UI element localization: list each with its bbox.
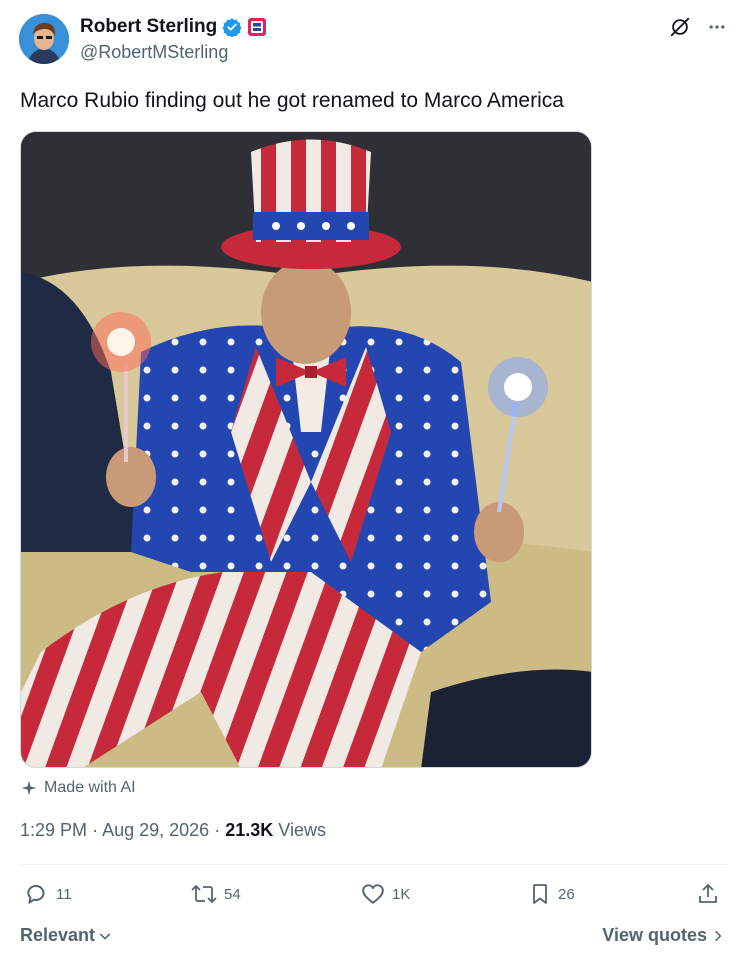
view-quotes-label: View quotes — [602, 925, 707, 945]
repost-icon — [190, 881, 218, 907]
ai-label[interactable]: Made with AI — [20, 779, 136, 797]
author-handle[interactable]: @RobertMSterling — [80, 42, 228, 63]
meta-separator: · — [92, 820, 99, 840]
meta-separator: · — [214, 820, 221, 840]
like-button[interactable]: 1K — [360, 881, 410, 907]
author-name-row: Robert Sterling — [80, 16, 267, 38]
tweet-text: Marco Rubio finding out he got renamed t… — [20, 89, 564, 112]
sparkle-icon — [20, 779, 38, 797]
bookmark-button[interactable]: 26 — [528, 881, 575, 907]
ai-label-text: Made with AI — [44, 779, 136, 796]
bookmark-count: 26 — [558, 885, 575, 903]
heart-icon — [360, 881, 386, 907]
chevron-right-icon — [711, 928, 725, 944]
tweet-media[interactable] — [20, 131, 592, 768]
relevant-dropdown[interactable]: Relevant — [20, 925, 113, 946]
uncle-sam-photo — [21, 132, 591, 767]
tweet-meta: 1:29 PM · Aug 29, 2026 · 21.3K Views — [20, 820, 326, 841]
share-button[interactable] — [696, 881, 720, 907]
verified-badge-icon[interactable] — [222, 17, 242, 37]
reply-icon — [24, 881, 50, 907]
tweet-time[interactable]: 1:29 PM — [20, 820, 87, 840]
divider — [20, 864, 727, 865]
tweet-date[interactable]: Aug 29, 2026 — [102, 820, 209, 840]
header-actions — [669, 16, 727, 38]
views-count: 21.3K — [225, 820, 274, 840]
view-quotes-link[interactable]: View quotes — [602, 925, 725, 946]
views-label: Views — [278, 820, 326, 840]
relevant-label: Relevant — [20, 925, 96, 945]
like-count: 1K — [392, 885, 411, 903]
bookmark-icon — [528, 881, 552, 907]
avatar-cartoon-icon — [19, 14, 69, 64]
chevron-down-icon — [97, 928, 113, 944]
reply-button[interactable]: 11 — [24, 881, 72, 907]
share-icon — [696, 881, 720, 907]
affiliate-badge-icon[interactable] — [247, 17, 267, 37]
reply-count: 11 — [56, 885, 72, 903]
grok-icon[interactable] — [669, 16, 691, 38]
action-bar: 11 54 1K 26 — [20, 881, 727, 911]
more-icon[interactable] — [707, 17, 727, 37]
repost-button[interactable]: 54 — [190, 881, 241, 907]
author-name[interactable]: Robert Sterling — [80, 16, 217, 38]
avatar[interactable] — [19, 14, 69, 64]
repost-count: 54 — [224, 885, 241, 903]
